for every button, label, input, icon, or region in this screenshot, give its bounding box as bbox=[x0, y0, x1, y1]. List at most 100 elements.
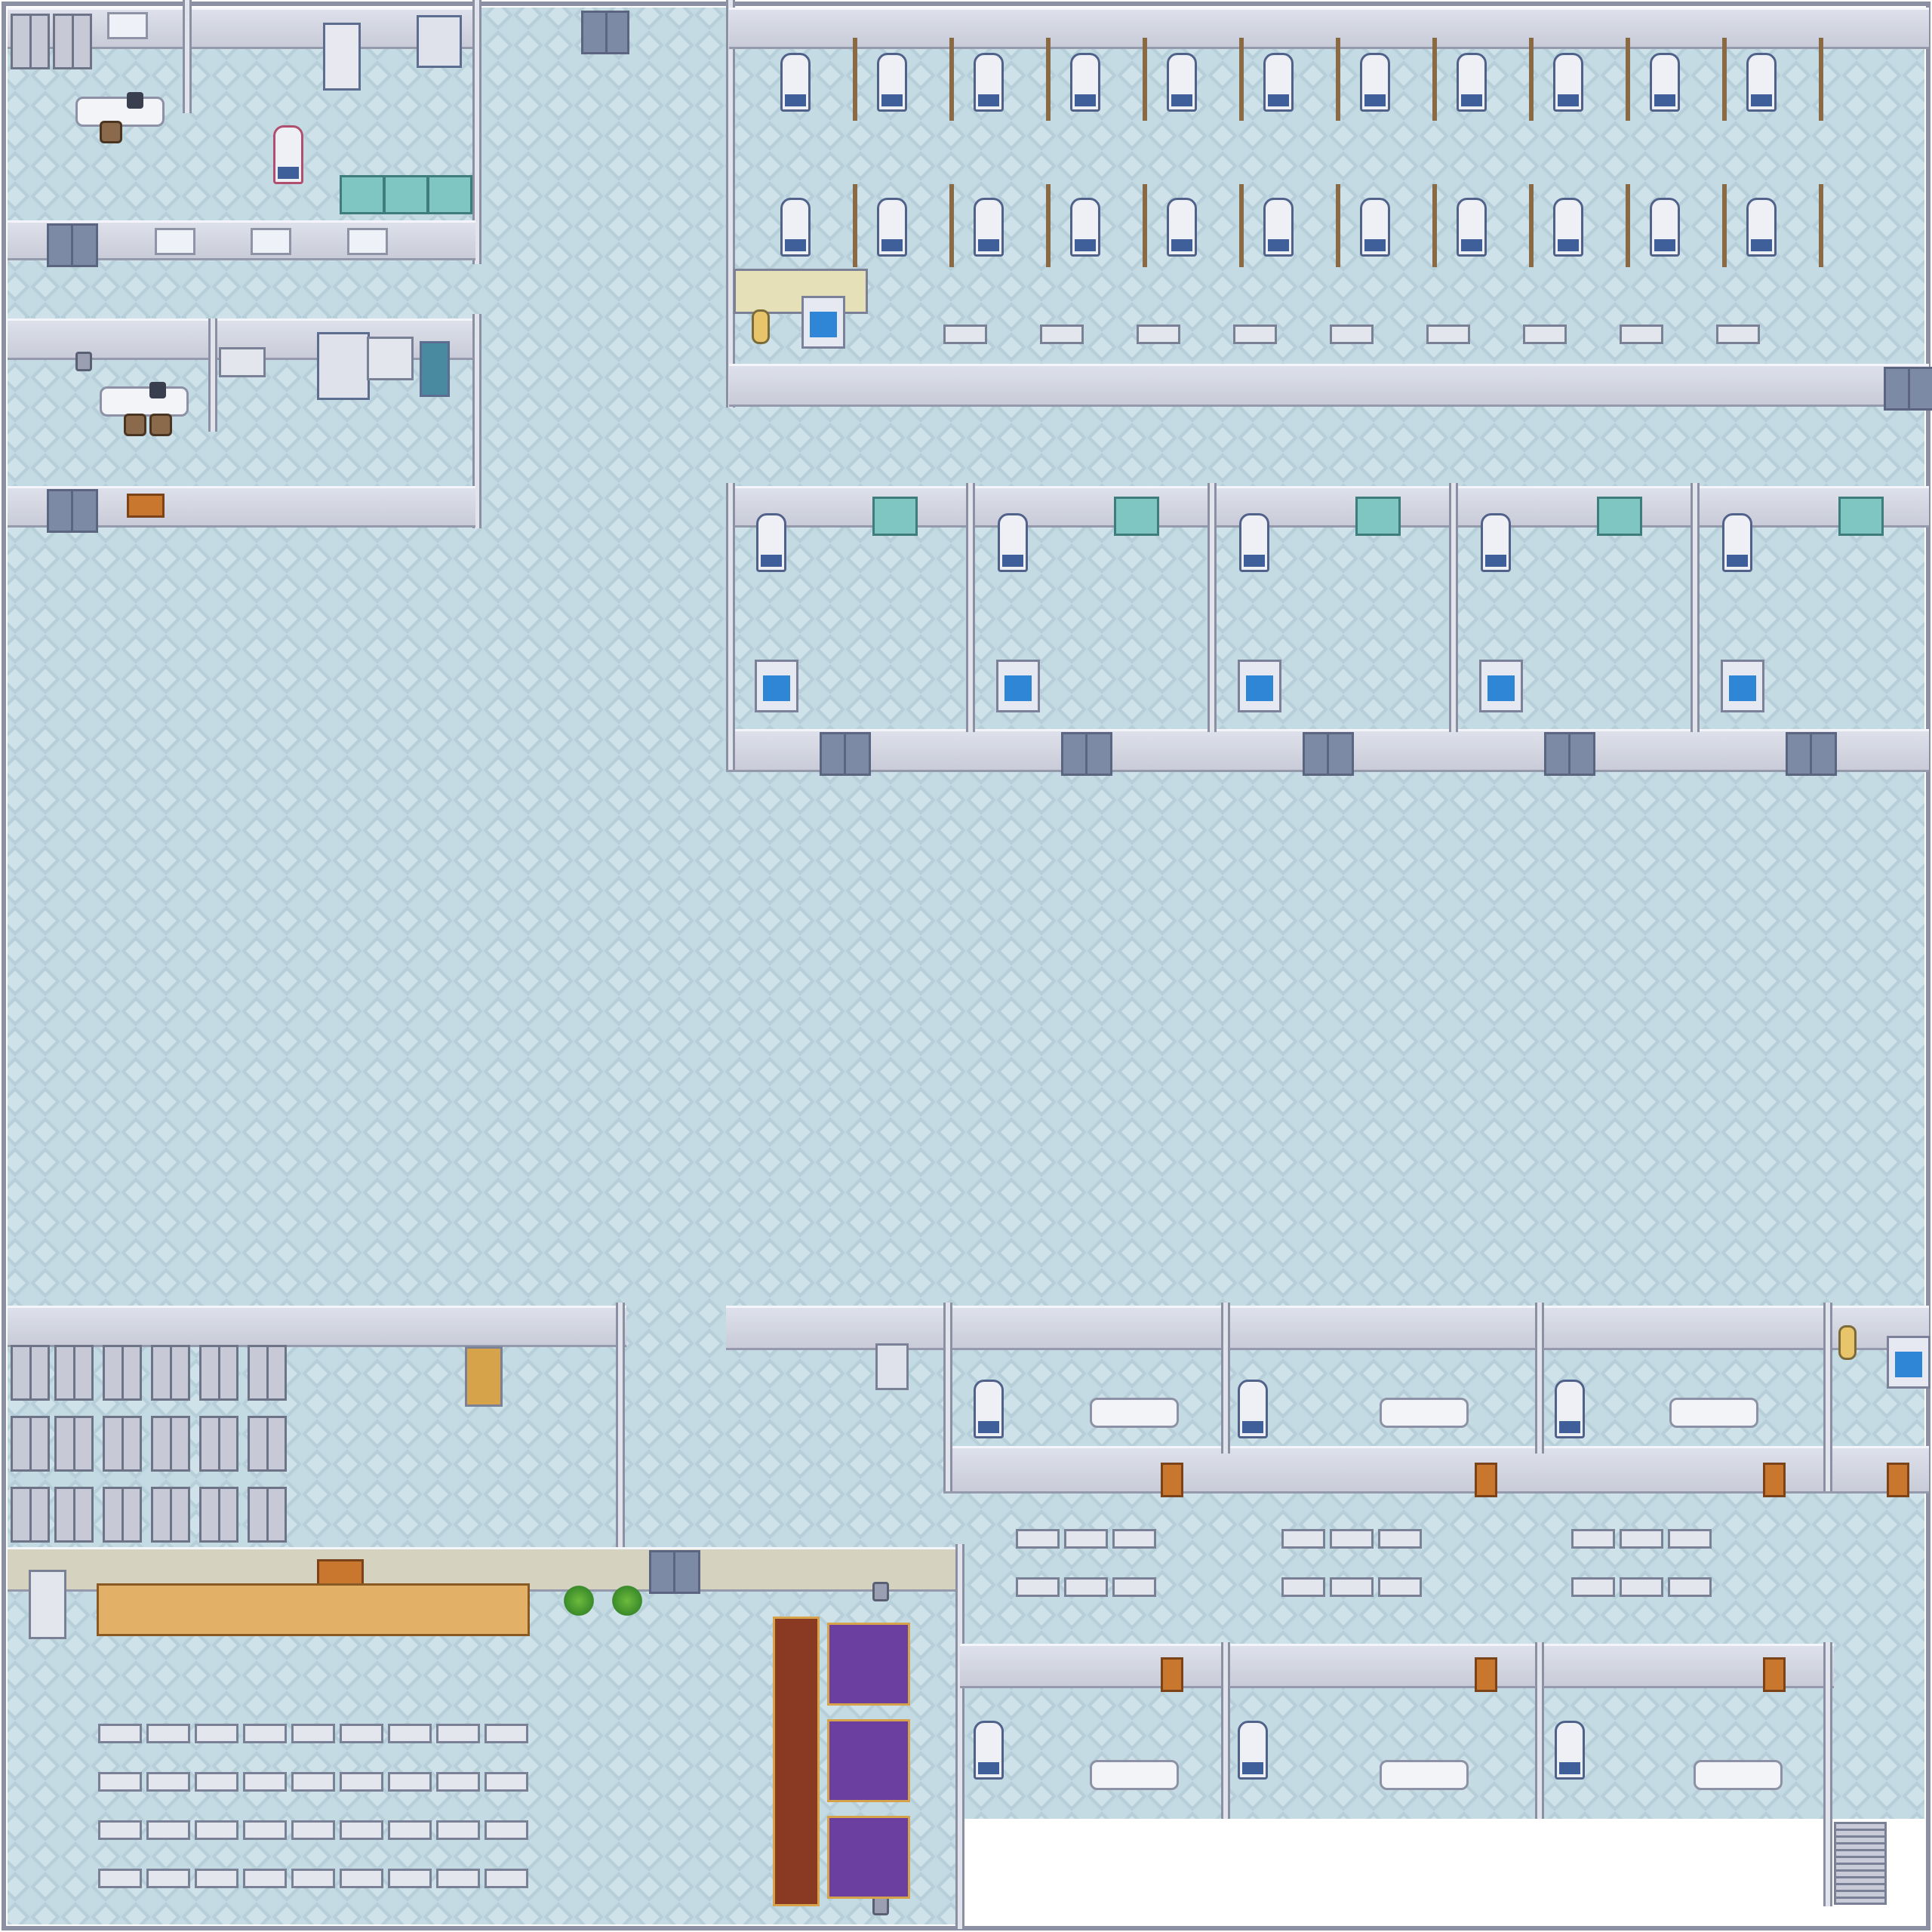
ward-door[interactable] bbox=[1884, 367, 1932, 411]
bench[interactable] bbox=[1040, 325, 1084, 344]
bench[interactable] bbox=[485, 1772, 528, 1792]
bench[interactable] bbox=[436, 1869, 480, 1888]
medicine-cabinet[interactable] bbox=[427, 175, 472, 214]
consult-door[interactable] bbox=[1763, 1463, 1786, 1497]
bench[interactable] bbox=[243, 1820, 287, 1840]
iso-cabinet[interactable] bbox=[872, 497, 918, 536]
reception-counter[interactable] bbox=[97, 1583, 530, 1636]
bench[interactable] bbox=[943, 325, 987, 344]
bench[interactable] bbox=[1233, 325, 1277, 344]
monitor-machine[interactable] bbox=[417, 15, 462, 68]
iso-sink[interactable] bbox=[1238, 660, 1281, 712]
bench[interactable] bbox=[1668, 1577, 1712, 1597]
bench[interactable] bbox=[1716, 325, 1760, 344]
locker[interactable] bbox=[248, 1416, 287, 1472]
consult-door[interactable] bbox=[1475, 1463, 1497, 1497]
exam-bed[interactable] bbox=[1555, 1380, 1585, 1438]
ward-bed[interactable] bbox=[1360, 198, 1390, 257]
doctor-desk[interactable] bbox=[1380, 1398, 1469, 1428]
ward-bed[interactable] bbox=[877, 198, 907, 257]
medicine-cabinet[interactable] bbox=[383, 175, 429, 214]
bin[interactable] bbox=[872, 1582, 889, 1601]
elevator-door[interactable] bbox=[581, 11, 629, 54]
ward-bed[interactable] bbox=[1553, 198, 1583, 257]
chair[interactable] bbox=[149, 414, 172, 436]
bench[interactable] bbox=[1330, 325, 1374, 344]
bench[interactable] bbox=[1330, 1577, 1374, 1597]
bench[interactable] bbox=[340, 1820, 383, 1840]
locker[interactable] bbox=[199, 1416, 238, 1472]
cabinet[interactable] bbox=[219, 347, 266, 377]
bench[interactable] bbox=[243, 1869, 287, 1888]
ward-bed[interactable] bbox=[1746, 198, 1777, 257]
locker[interactable] bbox=[54, 1416, 94, 1472]
ward-bed[interactable] bbox=[1167, 53, 1197, 112]
iso-door[interactable] bbox=[1786, 732, 1837, 776]
chair[interactable] bbox=[124, 414, 146, 436]
iso-door[interactable] bbox=[1544, 732, 1595, 776]
bench[interactable] bbox=[388, 1772, 432, 1792]
surgery-bed[interactable] bbox=[273, 125, 303, 184]
locker[interactable] bbox=[53, 14, 92, 69]
bench[interactable] bbox=[1137, 325, 1180, 344]
bench[interactable] bbox=[1016, 1577, 1060, 1597]
bench[interactable] bbox=[243, 1724, 287, 1743]
toilet[interactable] bbox=[1838, 1325, 1857, 1360]
bench[interactable] bbox=[1064, 1577, 1108, 1597]
bench[interactable] bbox=[1112, 1577, 1156, 1597]
iso-bed[interactable] bbox=[1722, 513, 1752, 572]
iso-sink[interactable] bbox=[755, 660, 798, 712]
bench[interactable] bbox=[291, 1772, 335, 1792]
exam-bed[interactable] bbox=[974, 1380, 1004, 1438]
bench[interactable] bbox=[291, 1869, 335, 1888]
iso-bed[interactable] bbox=[998, 513, 1028, 572]
bench[interactable] bbox=[146, 1724, 190, 1743]
iso-cabinet[interactable] bbox=[1838, 497, 1884, 536]
locker[interactable] bbox=[11, 1487, 50, 1543]
bench[interactable] bbox=[195, 1724, 238, 1743]
bench[interactable] bbox=[340, 1869, 383, 1888]
bench[interactable] bbox=[1064, 1529, 1108, 1549]
ward-bed[interactable] bbox=[1650, 198, 1680, 257]
iso-sink[interactable] bbox=[1479, 660, 1523, 712]
ward-bed[interactable] bbox=[974, 53, 1004, 112]
iso-bed[interactable] bbox=[756, 513, 786, 572]
iso-door[interactable] bbox=[1303, 732, 1354, 776]
bench[interactable] bbox=[291, 1820, 335, 1840]
iso-cabinet[interactable] bbox=[1597, 497, 1642, 536]
bench[interactable] bbox=[98, 1869, 142, 1888]
ward-bed[interactable] bbox=[1553, 53, 1583, 112]
locker[interactable] bbox=[151, 1416, 190, 1472]
locker[interactable] bbox=[248, 1345, 287, 1401]
xray-bed[interactable] bbox=[420, 341, 450, 397]
locker[interactable] bbox=[103, 1345, 142, 1401]
toilet[interactable] bbox=[752, 309, 770, 344]
bench[interactable] bbox=[98, 1724, 142, 1743]
drink-vending-machine[interactable] bbox=[29, 1570, 66, 1639]
ward-bed[interactable] bbox=[1167, 198, 1197, 257]
doctor-desk[interactable] bbox=[1669, 1398, 1758, 1428]
ward-bed[interactable] bbox=[1746, 53, 1777, 112]
bench[interactable] bbox=[1620, 325, 1663, 344]
locker[interactable] bbox=[248, 1487, 287, 1543]
locker[interactable] bbox=[11, 14, 50, 69]
bench[interactable] bbox=[485, 1869, 528, 1888]
iso-cabinet[interactable] bbox=[1355, 497, 1401, 536]
locker[interactable] bbox=[199, 1345, 238, 1401]
lobby-door[interactable] bbox=[649, 1550, 700, 1594]
locker[interactable] bbox=[103, 1487, 142, 1543]
locker[interactable] bbox=[103, 1416, 142, 1472]
bench[interactable] bbox=[1112, 1529, 1156, 1549]
ward-bed[interactable] bbox=[974, 198, 1004, 257]
sink[interactable] bbox=[1887, 1336, 1930, 1389]
bench[interactable] bbox=[436, 1772, 480, 1792]
ward-bed[interactable] bbox=[1457, 53, 1487, 112]
bench[interactable] bbox=[485, 1820, 528, 1840]
bench[interactable] bbox=[1378, 1577, 1422, 1597]
locker[interactable] bbox=[151, 1487, 190, 1543]
iso-bed[interactable] bbox=[1239, 513, 1269, 572]
bench[interactable] bbox=[388, 1869, 432, 1888]
vending-machine[interactable] bbox=[465, 1346, 503, 1407]
sink[interactable] bbox=[801, 296, 845, 349]
bench[interactable] bbox=[98, 1820, 142, 1840]
